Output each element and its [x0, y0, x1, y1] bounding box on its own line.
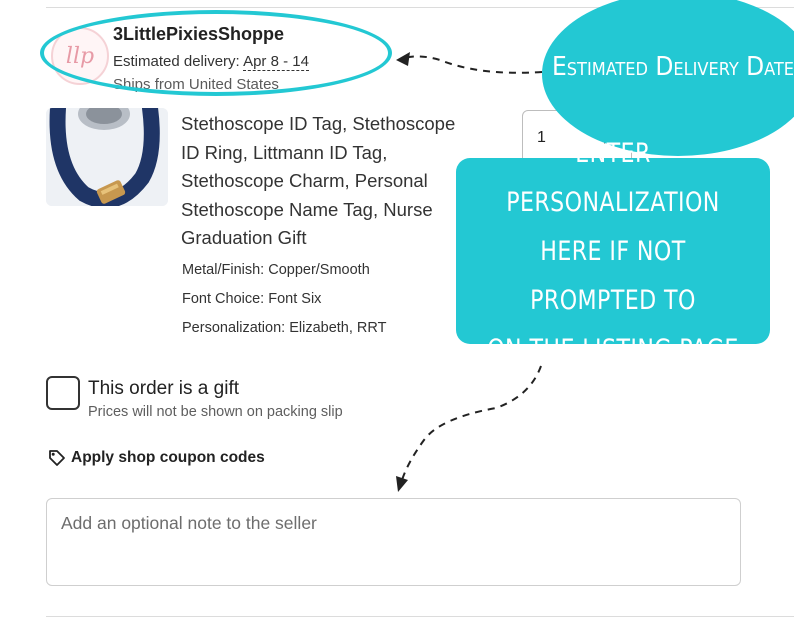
shop-name[interactable]: 3LittlePixiesShoppe [113, 24, 284, 45]
note-arrowhead [396, 476, 408, 492]
ships-from: Ships from United States [113, 76, 279, 93]
variation-personalization: Personalization: Elizabeth, RRT [182, 320, 387, 336]
gift-sublabel: Prices will not be shown on packing slip [88, 404, 343, 420]
delivery-callout-text: Estimated Delivery Date [552, 52, 794, 82]
note-arrow [401, 365, 542, 481]
estimated-delivery: Estimated delivery: Apr 8 - 14 [113, 53, 309, 71]
personalization-callout-box: Enter personalization here if not prompt… [456, 138, 770, 365]
shop-logo-text: llp [65, 43, 95, 69]
gift-checkbox[interactable] [46, 376, 80, 410]
delivery-arrowhead [396, 52, 410, 66]
product-variations: Metal/Finish: Copper/Smooth Font Choice:… [182, 260, 386, 347]
bottom-divider [46, 616, 794, 617]
delivery-arrow [403, 55, 543, 74]
delivery-label: Estimated delivery: [113, 53, 240, 70]
gift-label[interactable]: This order is a gift [88, 378, 239, 400]
seller-note-input[interactable] [46, 498, 741, 586]
delivery-dates[interactable]: Apr 8 - 14 [243, 53, 309, 71]
apply-coupon-label: Apply shop coupon codes [71, 449, 265, 466]
tag-icon [49, 450, 65, 466]
variation-metal-finish: Metal/Finish: Copper/Smooth [182, 262, 370, 278]
variation-font-choice: Font Choice: Font Six [182, 291, 322, 307]
personalization-callout-text: Enter personalization here if not prompt… [487, 137, 739, 365]
stethoscope-image [46, 108, 168, 206]
product-image[interactable] [46, 108, 168, 206]
apply-coupon-link[interactable]: Apply shop coupon codes [48, 449, 265, 467]
shop-logo[interactable]: llp [51, 27, 109, 85]
product-title[interactable]: Stethoscope ID Tag, Stethoscope ID Ring,… [181, 110, 501, 253]
